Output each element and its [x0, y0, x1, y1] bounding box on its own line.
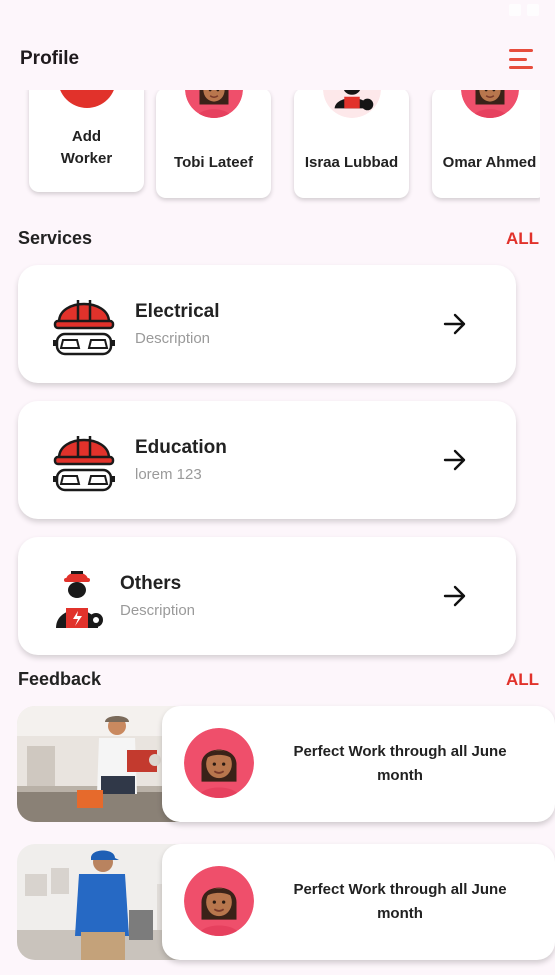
girl-avatar-icon: [184, 728, 254, 798]
feedback-text: Perfect Work through all June month: [293, 743, 507, 784]
worker-name: Tobi Lateef: [174, 154, 253, 171]
girl-avatar-icon: [184, 866, 254, 936]
worker-card-omar[interactable]: Omar Ahmed: [432, 90, 540, 198]
status-icons: [509, 4, 539, 20]
arrow-right-icon[interactable]: [442, 311, 468, 337]
service-description: lorem 123: [135, 466, 202, 483]
app-bar: Profile: [0, 36, 555, 82]
menu-icon[interactable]: [509, 47, 535, 71]
service-card-education[interactable]: Education lorem 123: [18, 401, 516, 519]
services-title: Services: [18, 228, 93, 248]
worker-avatar-icon: [323, 90, 381, 118]
workers-strip[interactable]: + Add Worker Tobi Lateef Israa Lubbad Om…: [0, 90, 540, 210]
feedback-card[interactable]: Perfect Work through all June month: [162, 706, 555, 822]
service-name: Electrical: [135, 301, 220, 322]
girl-avatar-icon: [185, 90, 243, 118]
hardhat-goggles-icon: [51, 428, 117, 494]
services-header: Services ALL: [18, 228, 539, 249]
status-bar: [0, 0, 555, 24]
wifi-icon: [509, 4, 521, 16]
battery-icon: [527, 4, 539, 16]
page-title: Profile: [20, 48, 80, 69]
services-all-link[interactable]: ALL: [506, 229, 539, 249]
add-worker-label: Add Worker: [60, 128, 113, 167]
service-card-electrical[interactable]: Electrical Description: [18, 265, 516, 383]
feedback-item[interactable]: Perfect Work through all June month: [17, 706, 555, 822]
service-name: Others: [120, 573, 182, 594]
worker-name: Israa Lubbad: [304, 154, 399, 171]
feedback-card[interactable]: Perfect Work through all June month: [162, 844, 555, 960]
worker-card-tobi[interactable]: Tobi Lateef: [156, 90, 271, 198]
feedback-item[interactable]: Perfect Work through all June month: [17, 844, 555, 960]
arrow-right-icon[interactable]: [442, 583, 468, 609]
feedback-all-link[interactable]: ALL: [506, 670, 539, 690]
electrician-icon: [44, 564, 110, 630]
service-card-others[interactable]: Others Description: [18, 537, 516, 655]
service-description: Description: [120, 602, 196, 619]
service-name: Education: [135, 437, 227, 458]
girl-avatar-icon: [461, 90, 519, 118]
worker-card-israa[interactable]: Israa Lubbad: [294, 90, 409, 198]
hardhat-goggles-icon: [51, 292, 117, 358]
add-worker-button[interactable]: + Add Worker: [29, 90, 144, 192]
service-description: Description: [135, 330, 211, 347]
feedback-header: Feedback ALL: [18, 669, 539, 690]
arrow-right-icon[interactable]: [442, 447, 468, 473]
feedback-title: Feedback: [18, 669, 102, 689]
plus-icon: +: [57, 90, 116, 108]
feedback-text: Perfect Work through all June month: [293, 881, 507, 922]
worker-name: Omar Ahmed: [442, 154, 537, 171]
